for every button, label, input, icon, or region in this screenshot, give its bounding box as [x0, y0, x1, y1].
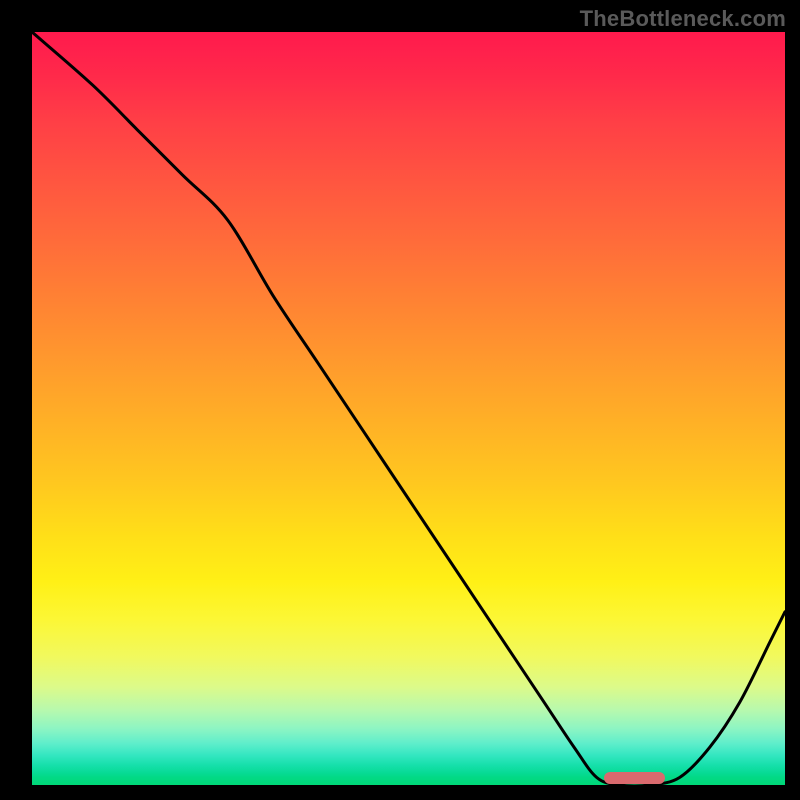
watermark-label: TheBottleneck.com	[580, 6, 786, 32]
bottleneck-curve	[32, 32, 785, 785]
plot-area	[32, 32, 785, 785]
optimal-range-marker	[604, 772, 664, 784]
chart-frame: TheBottleneck.com	[0, 0, 800, 800]
